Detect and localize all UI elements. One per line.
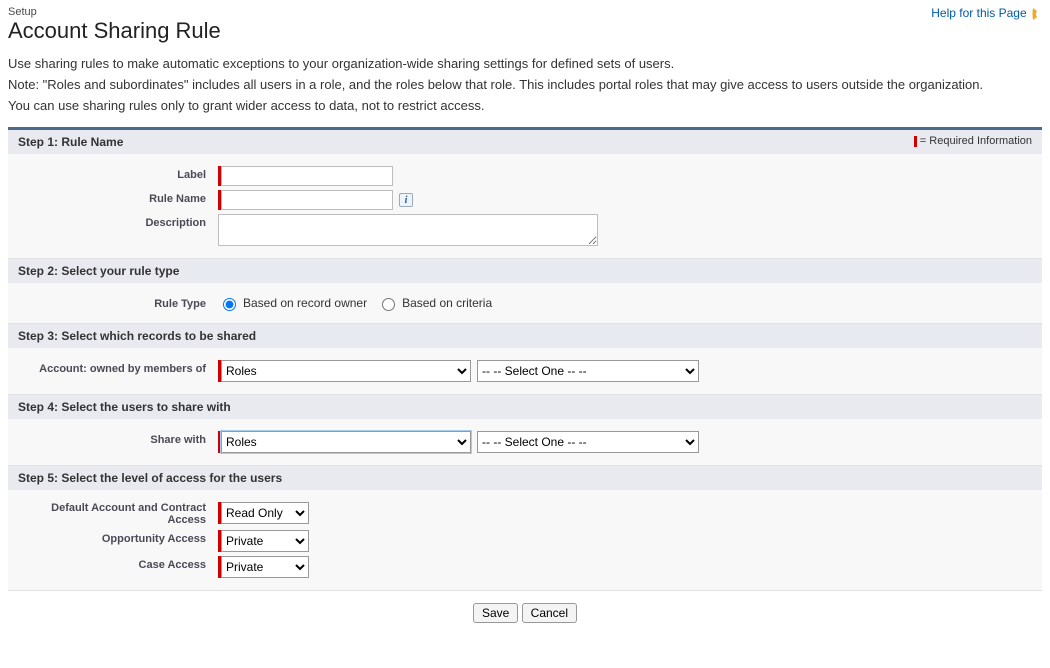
intro-line-2: Note: "Roles and subordinates" includes …	[8, 77, 1042, 92]
step4-title: Step 4: Select the users to share with	[18, 400, 231, 414]
case-access-label: Case Access	[18, 556, 218, 571]
step3-title: Step 3: Select which records to be share…	[18, 329, 256, 343]
rule-name-input[interactable]	[221, 190, 393, 210]
step3-header: Step 3: Select which records to be share…	[8, 324, 1042, 348]
account-access-select[interactable]: Read Only	[221, 502, 309, 524]
rule-type-label: Rule Type	[18, 295, 218, 310]
case-access-select[interactable]: Private	[221, 556, 309, 578]
info-icon[interactable]: i	[399, 193, 413, 207]
rule-name-field-label: Rule Name	[18, 190, 218, 205]
required-indicator: = Required Information	[914, 135, 1032, 147]
label-field-label: Label	[18, 166, 218, 181]
step5-header: Step 5: Select the level of access for t…	[8, 466, 1042, 490]
required-bar-icon	[914, 136, 917, 147]
owned-by-category-select[interactable]: Roles	[221, 360, 471, 382]
step1-title: Step 1: Rule Name	[18, 135, 123, 149]
opportunity-access-select[interactable]: Private	[221, 530, 309, 552]
step4-header: Step 4: Select the users to share with	[8, 395, 1042, 419]
label-input[interactable]	[221, 166, 393, 186]
share-with-value-select[interactable]: -- -- Select One -- --	[477, 431, 699, 453]
description-textarea[interactable]	[218, 214, 598, 246]
help-link[interactable]: Help for this Page	[931, 6, 1042, 21]
share-with-category-select[interactable]: Roles	[221, 431, 471, 453]
intro-line-1: Use sharing rules to make automatic exce…	[8, 56, 1042, 71]
page-title: Account Sharing Rule	[8, 18, 1042, 44]
intro-line-3: You can use sharing rules only to grant …	[8, 98, 1042, 113]
cancel-button[interactable]: Cancel	[522, 603, 577, 623]
owned-by-label: Account: owned by members of	[18, 360, 218, 375]
step2-header: Step 2: Select your rule type	[8, 259, 1042, 283]
rule-type-owner-radio[interactable]	[223, 298, 236, 311]
opportunity-access-label: Opportunity Access	[18, 530, 218, 545]
help-link-text: Help for this Page	[931, 6, 1026, 20]
share-with-label: Share with	[18, 431, 218, 446]
rule-type-owner-label: Based on record owner	[243, 296, 367, 310]
breadcrumb: Setup	[8, 6, 1042, 18]
step5-title: Step 5: Select the level of access for t…	[18, 471, 282, 485]
step1-header: Step 1: Rule Name = Required Information	[8, 130, 1042, 154]
rule-type-criteria-radio[interactable]	[382, 298, 395, 311]
help-icon	[1032, 7, 1042, 21]
save-button[interactable]: Save	[473, 603, 518, 623]
required-text: = Required Information	[920, 135, 1032, 147]
description-field-label: Description	[18, 214, 218, 229]
owned-by-value-select[interactable]: -- -- Select One -- --	[477, 360, 699, 382]
account-access-label: Default Account and Contract Access	[18, 502, 218, 526]
step2-title: Step 2: Select your rule type	[18, 264, 179, 278]
rule-type-criteria-label: Based on criteria	[402, 296, 492, 310]
